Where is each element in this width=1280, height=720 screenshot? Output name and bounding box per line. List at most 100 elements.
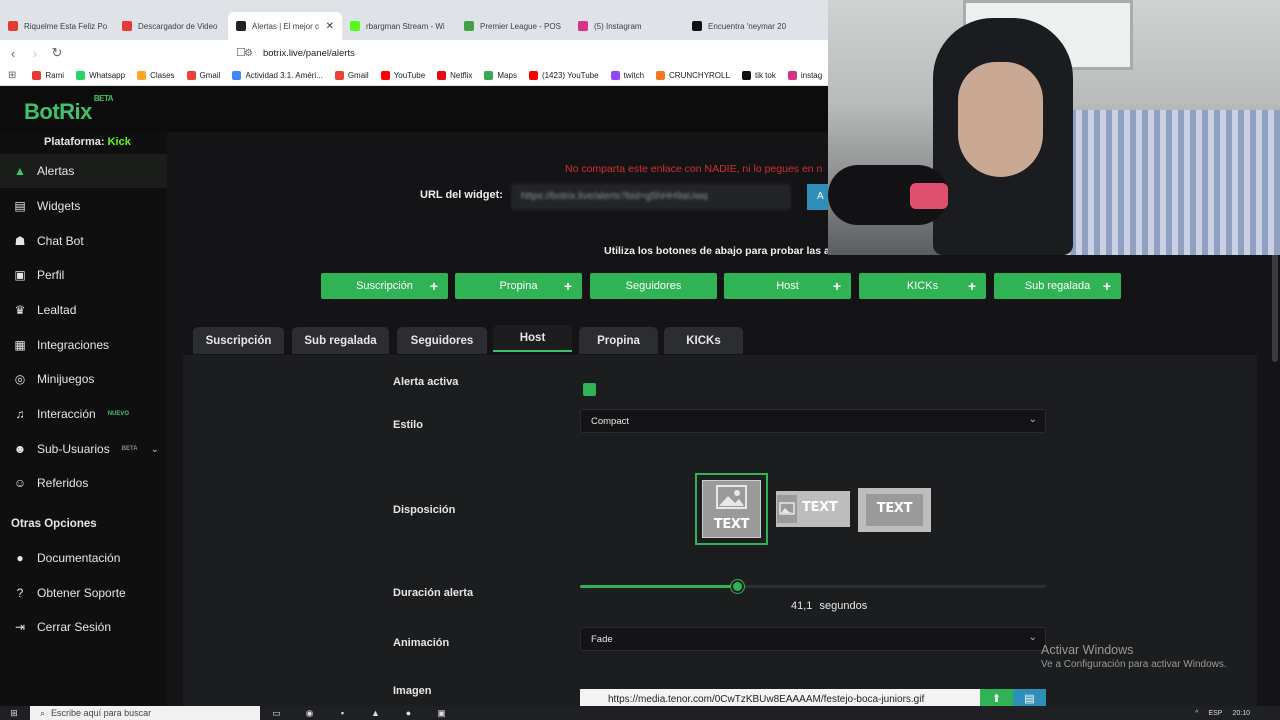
browser-tab-label: Encuentra 'neymar 20 [708,21,787,31]
sidebar-item-alertas[interactable]: ▲ Alertas [0,154,167,188]
language-indicator[interactable]: ESP [1208,710,1222,717]
layout-option-overlay[interactable]: TEXT [858,488,931,532]
bookmark-favicon-icon [137,71,147,80]
bookmark-item[interactable]: Clases [137,71,175,80]
bookmark-item[interactable]: Maps [484,71,517,80]
bookmark-star-icon[interactable]: ☐ [236,46,246,59]
browser-tab[interactable]: Descargador de Video [114,12,228,40]
close-icon[interactable]: ✕ [326,21,334,32]
sidebar-item-integraciones[interactable]: ▦ Integraciones [0,328,167,362]
sidebar-item-perfil[interactable]: ▣ Perfil [0,258,167,292]
tab-kicks[interactable]: KICKs [664,327,743,354]
bookmark-item[interactable]: Gmail [186,71,220,80]
sidebar-item-label: Lealtad [37,303,77,317]
browser-tab-label: rbargman Stream - Wi [366,21,445,31]
bookmark-item[interactable]: instag [787,71,822,80]
bookmark-item[interactable]: Whatsapp [76,71,125,80]
style-select[interactable]: Compact ⌄ [580,409,1046,433]
webcam-face-shape [958,62,1043,177]
brave-icon[interactable]: ▲ [359,708,392,718]
bookmark-favicon-icon [656,71,666,80]
back-icon[interactable]: ‹ [2,46,24,61]
sidebar-item-lealtad[interactable]: ♛ Lealtad [0,293,167,327]
botrix-logo[interactable]: BotRixBETA [24,94,114,125]
users-icon: ☻ [13,442,27,456]
sidebar-item-documentaci-n[interactable]: ● Documentación [0,541,167,575]
forward-icon[interactable]: › [24,46,46,61]
bookmark-favicon-icon [380,71,390,80]
browser-tab[interactable]: Encuentra 'neymar 20 [684,12,798,40]
app-icon[interactable]: ▣ [425,708,458,719]
browser-tab[interactable]: (5) Instagram [570,12,684,40]
address-bar: ‹ › ↻ ☐ ⚙ botrix.live/panel/alerts [0,40,828,66]
task-view-icon[interactable]: ▭ [260,708,293,719]
taskbar-search[interactable]: ⌕ Escribe aquí para buscar [30,706,260,720]
test-kicks-button[interactable]: KICKs + [859,273,986,299]
tab-host[interactable]: Host [493,325,572,352]
test-sub-regalada-button[interactable]: Sub regalada + [994,273,1121,299]
sidebar-item-referidos[interactable]: ☺ Referidos [0,466,167,500]
test-seguidores-button[interactable]: Seguidores [590,273,717,299]
bookmark-favicon-icon [76,71,86,80]
animation-select[interactable]: Fade ⌄ [580,627,1046,651]
bookmark-favicon-icon [610,71,620,80]
bookmark-item[interactable]: CRUNCHYROLL [656,71,730,80]
tab-seguidores[interactable]: Seguidores [397,327,487,354]
sidebar-item-interacci-n[interactable]: ♫ Interacción NUEVO [0,397,167,431]
bookmark-item[interactable]: tik tok [741,71,776,80]
layout-inline-text: TEXT [802,500,838,515]
copy-url-button[interactable]: A [807,184,829,210]
tray-arrow-icon[interactable]: ^ [1195,710,1198,717]
clock[interactable]: 20:10 [1232,710,1250,717]
bookmark-item[interactable]: twitch [610,71,644,80]
bookmark-item[interactable]: Netflix [437,71,472,80]
sidebar-item-cerrar-sesi-n[interactable]: ⇥ Cerrar Sesión [0,610,167,644]
sidebar-item-sub-usuarios[interactable]: ☻ Sub-Usuarios BETA ⌄ [0,432,167,466]
music-icon: ♫ [15,407,25,421]
url-field[interactable]: ⚙ botrix.live/panel/alerts [244,48,355,59]
sidebar-item-label: Perfil [37,268,65,282]
plus-icon: + [832,278,841,294]
platform-indicator: Plataforma: Kick [44,136,131,148]
app-icon[interactable]: ▪ [326,708,359,718]
apps-grid-icon[interactable]: ⊞ [8,70,16,81]
test-suscripci-n-button[interactable]: Suscripción + [321,273,448,299]
browser-tab-label: Riquelme Esta Feliz Po [24,21,108,31]
sidebar-item-widgets[interactable]: ▤ Widgets [0,189,167,223]
sidebar-item-minijuegos[interactable]: ◎ Minijuegos [0,362,167,396]
tab-favicon-icon [122,21,132,31]
layout-option-stacked[interactable]: TEXT [695,473,768,545]
tab-propina[interactable]: Propina [579,327,658,354]
browser-tab[interactable]: Premier League - POS [456,12,570,40]
duration-slider-handle[interactable] [731,580,745,593]
bookmark-label: (1423) YouTube [541,71,599,80]
reload-icon[interactable]: ↻ [46,45,68,61]
bookmark-item[interactable]: YouTube [380,71,425,80]
start-icon[interactable]: ⊞ [0,708,28,719]
bookmark-item[interactable]: Actividad 3.1. Améri... [232,71,323,80]
sidebar-item-chat-bot[interactable]: ☗ Chat Bot [0,224,167,258]
steam-icon[interactable]: ◉ [293,708,326,719]
tab-suscripci-n[interactable]: Suscripción [193,327,284,354]
bookmark-favicon-icon [741,71,751,80]
spotify-icon[interactable]: ● [392,708,425,718]
sidebar-item-obtener-soporte[interactable]: ? Obtener Soporte [0,576,167,610]
sidebar-item-label: Minijuegos [37,372,95,386]
test-host-button[interactable]: Host + [724,273,851,299]
widget-url-input[interactable]: https://botrix.live/alerts?bid=g5hHH9aUw… [511,184,791,210]
bookmarks-bar: ⊞ Rami Whatsapp Clases Gmail Actividad 3.1. … [0,66,828,86]
layout-option-inline[interactable]: TEXT [776,491,850,527]
browser-tab[interactable]: rbargman Stream - Wi [342,12,456,40]
referrals-icon: ☺ [13,476,27,490]
tab-sub-regalada[interactable]: Sub regalada [292,327,389,354]
duration-slider[interactable] [580,580,1046,593]
test-propina-button[interactable]: Propina + [455,273,582,299]
alert-active-checkbox[interactable] [583,383,596,396]
search-icon: ⌕ [40,708,46,718]
browser-tab[interactable]: Riquelme Esta Feliz Po [0,12,114,40]
bookmark-item[interactable]: Gmail [334,71,369,80]
browser-tab[interactable]: Alertas | El mejor c ✕ [228,12,342,40]
bookmark-item[interactable]: Rami [32,71,64,80]
bookmark-item[interactable]: (1423) YouTube [528,71,599,80]
chevron-down-icon[interactable]: ⌄ [151,444,159,455]
